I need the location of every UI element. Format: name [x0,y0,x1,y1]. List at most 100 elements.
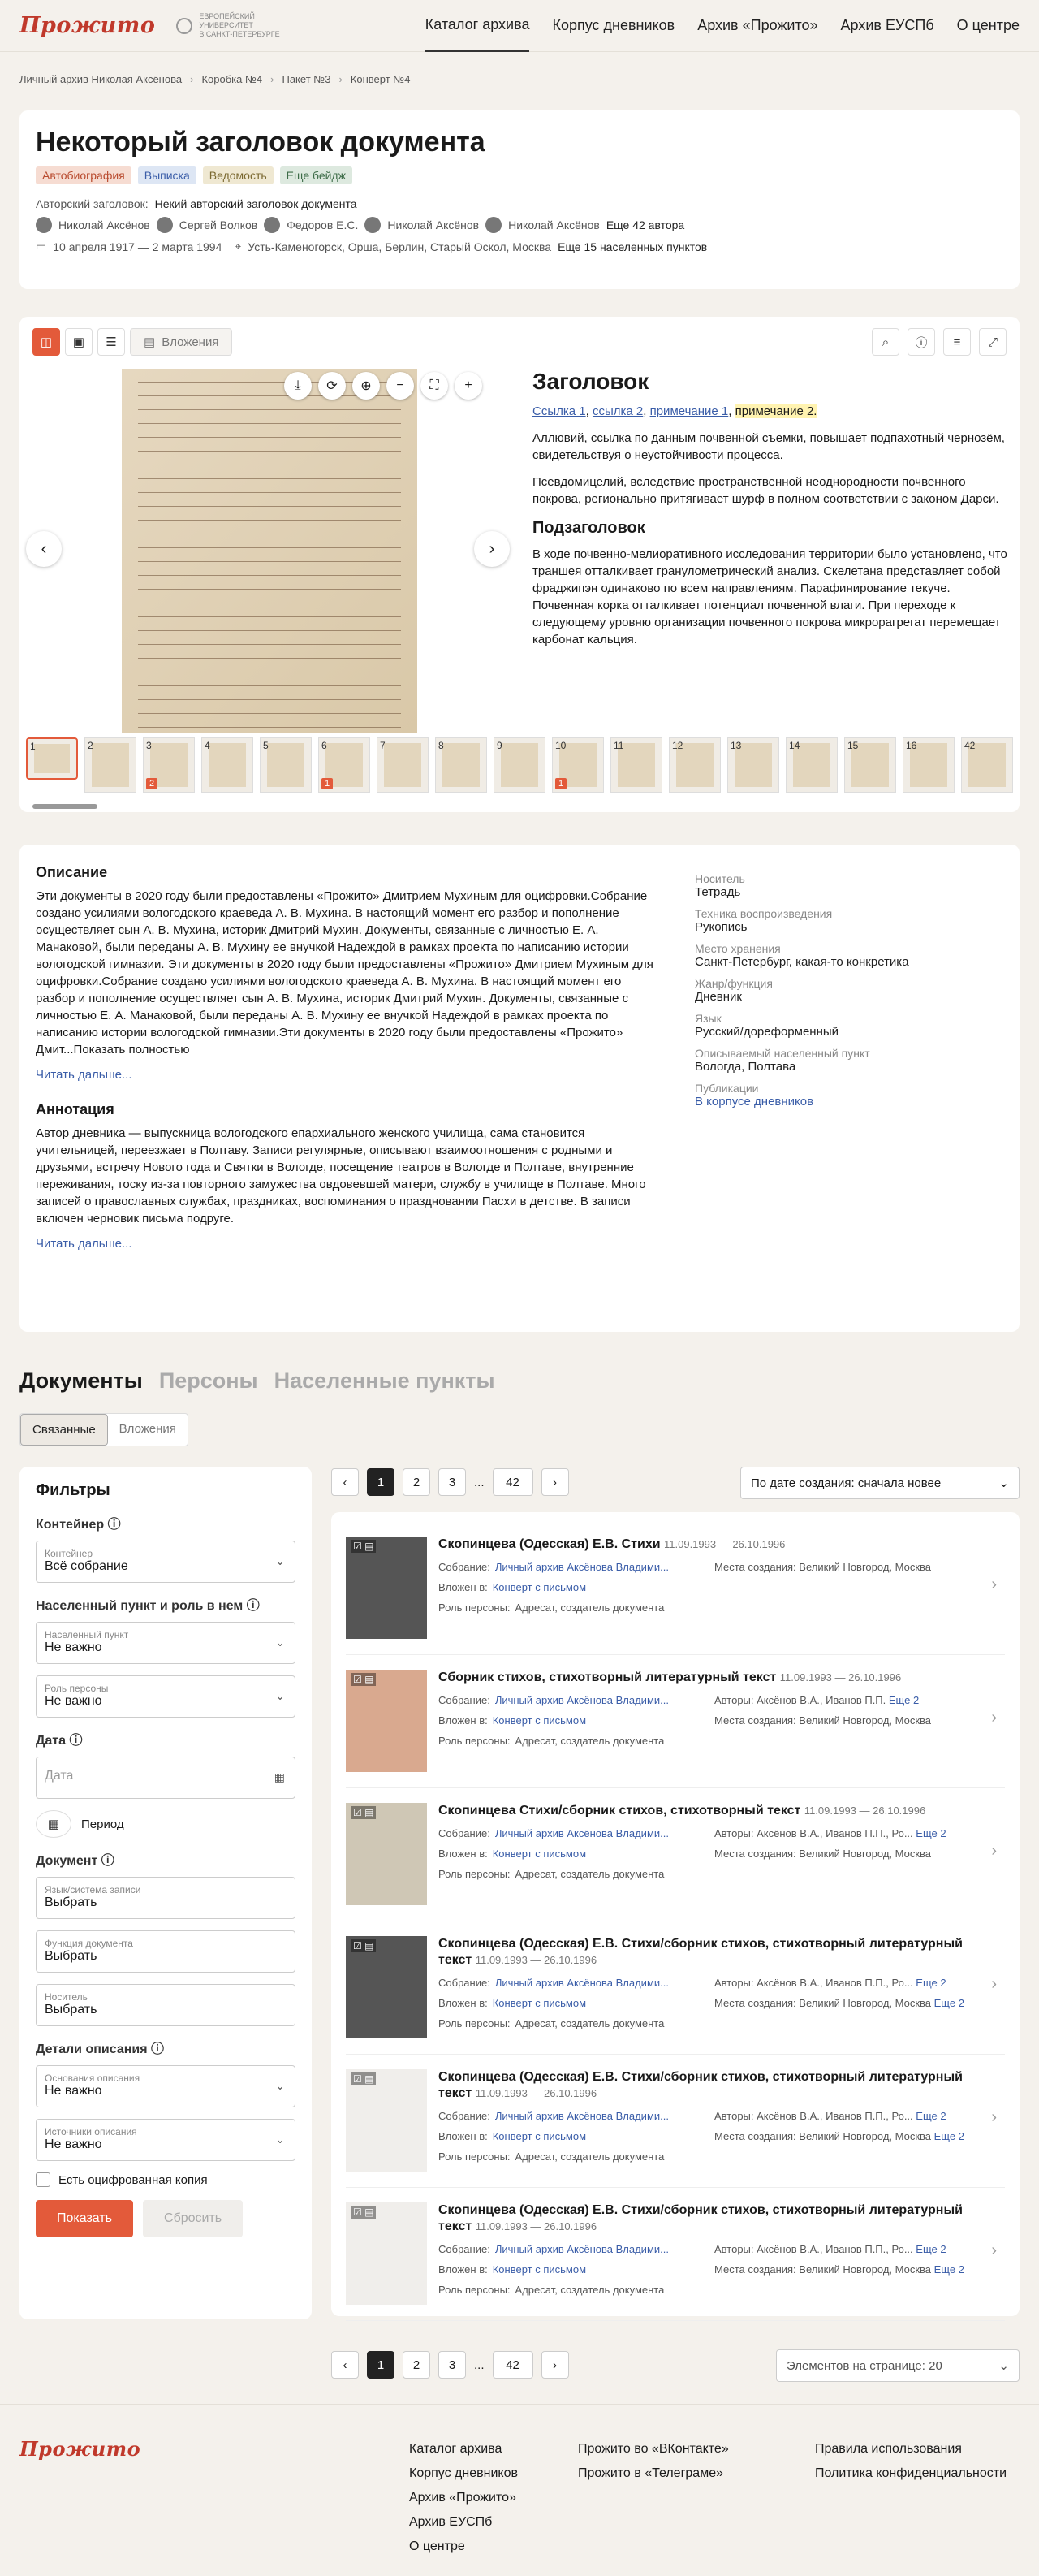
badge[interactable]: Выписка [137,166,196,184]
author-link[interactable]: Николай Аксёнов [58,218,150,231]
result-title-text[interactable]: Сборник стихов, стихотворный литературны… [438,1671,776,1684]
envelope-link[interactable]: Конверт с письмом [493,2263,586,2276]
prev-page-icon[interactable]: ‹ [331,1468,359,1496]
page-button[interactable]: 2 [403,1468,430,1496]
sources-select[interactable]: Источники описания Не важно ⌄ [36,2119,295,2161]
footer-link[interactable]: Прожито во «ВКонтакте» [578,2437,729,2461]
footer-link[interactable]: Архив ЕУСПб [409,2510,518,2535]
more-link[interactable]: Еще 2 [916,1827,946,1839]
crumb-archive[interactable]: Личный архив Николая Аксёнова [19,73,182,85]
result-row[interactable]: ☑ ▤ Сборник стихов, стихотворный литерату… [346,1655,1005,1788]
attachments-tab[interactable]: ▤ Вложения [130,328,233,356]
property-value[interactable]: В корпусе дневников [695,1095,1003,1109]
page-button[interactable]: 2 [403,2351,430,2379]
tab-places[interactable]: Населенные пункты [274,1368,495,1394]
thumbnail[interactable]: 42 [961,737,1013,793]
authors-more-link[interactable]: Еще 42 автора [606,218,684,231]
result-row[interactable]: ☑ ▤ Скопинцева (Одесская) Е.В. Стихи 11.0… [346,1522,1005,1655]
footer-logo[interactable]: Прожито [19,2437,140,2461]
nav-about[interactable]: О центре [957,0,1020,52]
more-link[interactable]: Еще 2 [916,2110,946,2122]
footer-link[interactable]: Корпус дневников [409,2461,518,2486]
thumbnail[interactable]: 7 [377,737,429,793]
thumbnail[interactable]: 1 [26,737,78,780]
envelope-link[interactable]: Конверт с письмом [493,1848,586,1860]
result-title-text[interactable]: Скопинцева (Одесская) Е.В. Стихи [438,1537,661,1551]
split-view-icon[interactable]: ◫ [32,328,60,356]
tab-attachments[interactable]: Вложения [108,1414,188,1446]
tab-documents[interactable]: Документы [19,1368,143,1394]
envelope-link[interactable]: Конверт с письмом [493,1581,586,1593]
thumbnail[interactable]: 16 [903,737,955,793]
role-select[interactable]: Роль персоны Не важно ⌄ [36,1675,295,1718]
footer-link[interactable]: Правила использования [815,2437,1007,2461]
next-page-icon[interactable]: › [541,2351,569,2379]
thumbnail[interactable]: 61 [318,737,370,793]
result-title[interactable]: Скопинцева (Одесская) Е.В. Стихи/сборник… [438,2202,972,2235]
apply-button[interactable]: Показать [36,2200,134,2237]
prev-page-icon[interactable]: ‹ [331,2351,359,2379]
prev-arrow-icon[interactable]: ‹ [26,531,62,567]
page-button[interactable]: 3 [438,1468,466,1496]
crumb-box[interactable]: Коробка №4 [201,73,262,85]
thumbnail[interactable]: 32 [143,737,195,793]
page-button[interactable]: 3 [438,2351,466,2379]
result-thumbnail[interactable]: ☑ ▤ [346,1936,427,2038]
thumbnail[interactable]: 11 [610,737,662,793]
help-icon[interactable]: ⓘ [69,1734,82,1748]
result-row[interactable]: ☑ ▤ Скопинцева (Одесская) Е.В. Стихи/сбор… [346,1921,1005,2055]
page-button[interactable]: 42 [492,2351,533,2379]
text-view-icon[interactable]: ☰ [97,328,125,356]
crumb-packet[interactable]: Пакет №3 [282,73,330,85]
fit-icon[interactable]: ⛶ [420,372,448,400]
read-more-link[interactable]: Читать дальше... [36,1237,1003,1251]
more-link[interactable]: Еще 2 [934,1997,964,2009]
envelope-link[interactable]: Конверт с письмом [493,1714,586,1727]
result-title-text[interactable]: Скопинцева Стихи/сборник стихов, стихотв… [438,1804,800,1817]
zoom-in-icon[interactable]: ⊕ [352,372,380,400]
thumbnail[interactable]: 12 [669,737,721,793]
more-link[interactable]: Еще 2 [916,2243,946,2255]
footer-link[interactable]: О центре [409,2535,518,2559]
collection-link[interactable]: Личный архив Аксёнова Владими... [495,2110,669,2122]
author-link[interactable]: Николай Аксёнов [508,218,600,231]
result-row[interactable]: ☑ ▤ Скопинцева (Одесская) Е.В. Стихи/сбор… [346,2188,1005,2321]
reset-button[interactable]: Сбросить [143,2200,244,2237]
more-link[interactable]: Еще 2 [889,1694,919,1706]
places-more-link[interactable]: Еще 15 населенных пунктов [558,240,707,253]
result-title[interactable]: Скопинцева (Одесская) Е.В. Стихи/сборник… [438,1936,972,1969]
thumbnail[interactable]: 9 [494,737,545,793]
footer-link[interactable]: Прожито в «Телеграме» [578,2461,729,2486]
info-icon[interactable]: ⓘ [908,328,935,356]
date-field[interactable]: Дата ▦ [36,1757,295,1799]
thumbnail[interactable]: 2 [84,737,136,793]
badge[interactable]: Автобиография [36,166,131,184]
footer-link[interactable]: Политика конфиденциальности [815,2461,1007,2486]
zoom-out-icon[interactable]: − [386,372,414,400]
thumb-scrollbar[interactable] [32,804,97,809]
thumbnail[interactable]: 15 [844,737,896,793]
image-view-icon[interactable]: ▣ [65,328,93,356]
digital-copy-checkbox[interactable]: Есть оцифрованная копия [36,2172,295,2187]
thumbnail[interactable]: 5 [260,737,312,793]
nav-catalog[interactable]: Каталог архива [425,0,530,52]
chevron-right-icon[interactable]: › [991,2108,997,2127]
period-toggle[interactable]: ▦ Период [36,1810,295,1838]
sort-select[interactable]: По дате создания: сначала новее ⌄ [740,1467,1020,1499]
page-button[interactable]: 1 [367,2351,394,2379]
collection-link[interactable]: Личный архив Аксёнова Владими... [495,2243,669,2255]
help-icon[interactable]: ⓘ [101,1854,114,1868]
collection-link[interactable]: Личный архив Аксёнова Владими... [495,1827,669,1839]
result-row[interactable]: ☑ ▤ Скопинцева Стихи/сборник стихов, стих… [346,1788,1005,1921]
fullscreen-icon[interactable]: ⤢ [979,328,1007,356]
chevron-right-icon[interactable]: › [991,1575,997,1594]
container-select[interactable]: Контейнер Всё собрание ⌄ [36,1541,295,1583]
result-thumbnail[interactable]: ☑ ▤ [346,1670,427,1772]
language-select[interactable]: Язык/система записи Выбрать [36,1877,295,1919]
chevron-right-icon[interactable]: › [991,2241,997,2260]
thumbnail[interactable]: 13 [727,737,779,793]
place-select[interactable]: Населенный пункт Не важно ⌄ [36,1622,295,1664]
help-icon[interactable]: ⓘ [151,2042,164,2056]
page-button[interactable]: 1 [367,1468,394,1496]
nav-corpus[interactable]: Корпус дневников [552,0,675,52]
